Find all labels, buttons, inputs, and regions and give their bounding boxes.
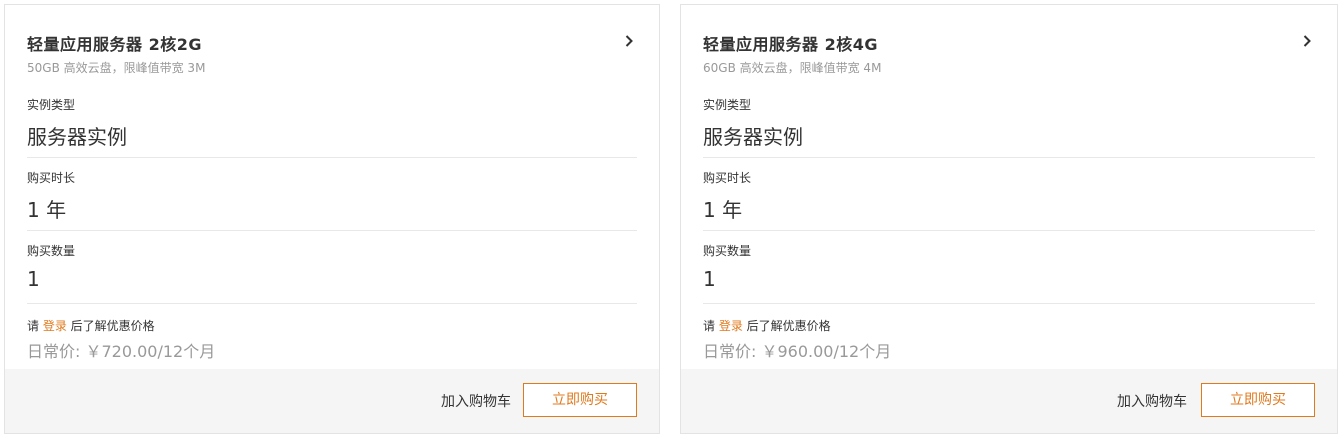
instance-type-field: 实例类型 服务器实例 <box>703 85 1315 158</box>
instance-type-field: 实例类型 服务器实例 <box>27 85 637 158</box>
product-card: 轻量应用服务器 2核4G 60GB 高效云盘，限峰值带宽 4M 实例类型 服务器… <box>680 4 1338 434</box>
login-suffix: 后了解优惠价格 <box>66 319 155 333</box>
product-title: 轻量应用服务器 2核2G <box>27 35 202 54</box>
product-subtitle: 50GB 高效云盘，限峰值带宽 3M <box>27 61 206 75</box>
login-prefix: 请 <box>27 319 43 333</box>
duration-label: 购买时长 <box>703 171 752 185</box>
product-subtitle: 60GB 高效云盘，限峰值带宽 4M <box>703 61 882 75</box>
login-prefix: 请 <box>703 319 719 333</box>
quantity-value: 1 <box>703 267 716 291</box>
instance-type-label: 实例类型 <box>703 98 752 112</box>
login-link[interactable]: 登录 <box>43 319 67 333</box>
instance-type-value: 服务器实例 <box>703 125 803 149</box>
quantity-field: 购买数量 1 <box>27 231 637 304</box>
add-to-cart-button[interactable]: 加入购物车 <box>1117 391 1187 411</box>
card-footer: 加入购物车 立即购买 <box>681 369 1337 433</box>
add-to-cart-button[interactable]: 加入购物车 <box>441 391 511 411</box>
duration-label: 购买时长 <box>27 171 76 185</box>
quantity-label: 购买数量 <box>703 244 752 258</box>
chevron-right-icon[interactable] <box>1299 33 1315 49</box>
product-title: 轻量应用服务器 2核4G <box>703 35 878 54</box>
quantity-field: 购买数量 1 <box>703 231 1315 304</box>
card-footer: 加入购物车 立即购买 <box>5 369 659 433</box>
duration-field: 购买时长 1 年 <box>27 158 637 231</box>
login-prompt: 请 登录 后了解优惠价格 <box>27 317 155 334</box>
buy-now-button[interactable]: 立即购买 <box>523 383 637 417</box>
duration-field: 购买时长 1 年 <box>703 158 1315 231</box>
product-card-list: 轻量应用服务器 2核2G 50GB 高效云盘，限峰值带宽 3M 实例类型 服务器… <box>0 0 1344 440</box>
regular-price: 日常价: ￥720.00/12个月 <box>27 342 216 361</box>
quantity-value: 1 <box>27 267 40 291</box>
quantity-label: 购买数量 <box>27 244 76 258</box>
buy-now-button[interactable]: 立即购买 <box>1201 383 1315 417</box>
instance-type-label: 实例类型 <box>27 98 76 112</box>
chevron-right-icon[interactable] <box>621 33 637 49</box>
duration-value: 1 年 <box>703 198 743 222</box>
card-header[interactable]: 轻量应用服务器 2核2G 50GB 高效云盘，限峰值带宽 3M <box>27 5 637 85</box>
login-prompt: 请 登录 后了解优惠价格 <box>703 317 831 334</box>
product-card: 轻量应用服务器 2核2G 50GB 高效云盘，限峰值带宽 3M 实例类型 服务器… <box>4 4 660 434</box>
regular-price: 日常价: ￥960.00/12个月 <box>703 342 892 361</box>
card-header[interactable]: 轻量应用服务器 2核4G 60GB 高效云盘，限峰值带宽 4M <box>703 5 1315 85</box>
login-link[interactable]: 登录 <box>719 319 743 333</box>
instance-type-value: 服务器实例 <box>27 125 127 149</box>
login-suffix: 后了解优惠价格 <box>742 319 831 333</box>
duration-value: 1 年 <box>27 198 67 222</box>
